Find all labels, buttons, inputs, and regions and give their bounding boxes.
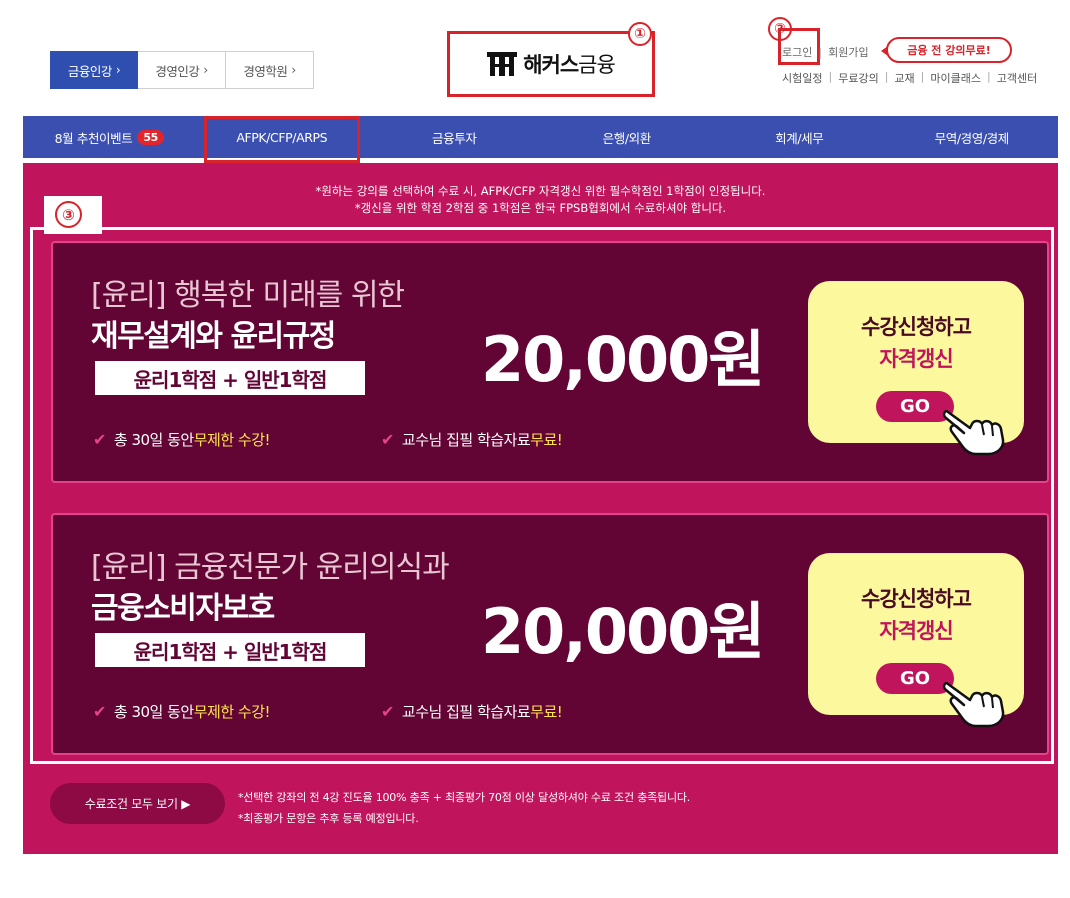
cta-line2: 자격갱신 [879,619,953,643]
cta-line1: 수강신청하고 [861,587,972,611]
feature-free-materials: ✔ 교수님 집필 학습자료 무료! [381,429,563,450]
util-links-bottom: 시험일정 | 무료강의 | 교재 | 마이클래스 | 고객센터 [782,70,1037,86]
enroll-cta[interactable]: 수강신청하고 자격갱신 GO [808,553,1024,728]
my-class-link[interactable]: 마이클래스 [930,70,981,86]
feature-free-materials: ✔ 교수님 집필 학습자료 무료! [381,701,563,722]
feature-highlight: 무제한 수강! [193,703,271,721]
course-title: 재무설계와 윤리규정 [91,319,336,354]
footnote: *선택한 강좌의 전 4강 진도율 100% 충족 + 최종평가 70점 이상 … [238,791,691,804]
annotation-3: ③ [55,201,82,228]
free-lecture-badge[interactable]: 금융 전 강의무료! [881,37,1012,63]
separator: | [884,70,889,83]
nav-label: 무역/경영/경제 [934,130,1010,146]
site-tabs: 금융인강 › 경영인강 › 경영학원 › [50,51,314,89]
nav-label: 회계/세무 [775,130,824,146]
check-icon: ✔ [93,430,106,449]
footnote: *최종평가 문항은 추후 등록 예정입니다. [238,812,419,825]
nav-item-event[interactable]: 8월 추천이벤트 55 [23,116,196,158]
notice-line: *갱신을 위한 학점 2학점 중 1학점은 한국 FPSB협회에서 수료하셔야 … [354,201,727,215]
chevron-right-icon: › [291,63,296,77]
cta-line2: 자격갱신 [879,347,953,371]
login-link[interactable]: 로그인 [782,44,812,60]
separator: | [920,70,925,83]
course-subtitle: [윤리] 행복한 미래를 위한 [91,278,405,313]
event-count-badge: 55 [137,129,164,145]
logo-text: 해커스금융 [523,49,616,79]
feature-text: 총 30일 동안 [113,703,194,721]
view-all-conditions-button[interactable]: 수료조건 모두 보기 ▶ [50,783,225,824]
nav-item-trade[interactable]: 무역/경영/경제 [886,116,1059,158]
main-nav: 8월 추천이벤트 55 AFPK/CFP/ARPS 금융투자 은행/외환 회계/… [23,116,1059,163]
tab-label: 경영인강 [155,63,200,79]
notice-line: *원하는 강의를 선택하여 수료 시, AFPK/CFP 자격갱신 위한 필수학… [315,184,766,198]
logo-brand: 해커스 [523,53,579,77]
separator: | [986,70,991,83]
exam-schedule-link[interactable]: 시험일정 [782,70,822,86]
customer-center-link[interactable]: 고객센터 [997,70,1037,86]
course-price: 20,000원 [481,323,765,396]
free-lecture-link[interactable]: 무료강의 [838,70,878,86]
nav-item-banking[interactable]: 은행/외환 [541,116,714,158]
feature-unlimited: ✔ 총 30일 동안 무제한 수강! [93,701,271,722]
feature-text: 총 30일 동안 [113,431,194,449]
tab-business-academy[interactable]: 경영학원 › [226,51,314,89]
course-card: [윤리] 금융전문가 윤리의식과 금융소비자보호 윤리1학점 + 일반1학점 2… [51,513,1049,755]
course-subtitle: [윤리] 금융전문가 윤리의식과 [91,550,450,585]
chevron-right-icon: › [203,63,208,77]
logo-suffix: 금융 [578,53,616,77]
chevron-right-icon: › [115,63,121,77]
textbook-link[interactable]: 교재 [894,70,914,86]
feature-unlimited: ✔ 총 30일 동안 무제한 수강! [93,429,271,450]
nav-item-accounting[interactable]: 회계/세무 [713,116,886,158]
logo-link[interactable]: 해커스금융 [447,31,655,97]
feature-highlight: 무료! [530,703,563,721]
course-title: 금융소비자보호 [91,591,275,626]
nav-label: AFPK/CFP/ARPS [236,129,328,145]
tab-label: 금융인강 [67,63,113,79]
enroll-cta[interactable]: 수강신청하고 자격갱신 GO [808,281,1024,456]
separator: | [828,70,833,83]
check-icon: ✔ [381,430,394,449]
feature-text: 교수님 집필 학습자료 [401,703,531,721]
check-icon: ✔ [93,702,106,721]
annotation-1: ① [628,22,652,46]
tab-label: 경영학원 [243,63,288,79]
feature-highlight: 무료! [530,431,563,449]
hackers-logo-icon [487,52,518,76]
course-price: 20,000원 [481,595,765,668]
separator: | [818,45,823,59]
tab-business-online[interactable]: 경영인강 › [138,51,226,89]
credit-label: 윤리1학점 + 일반1학점 [95,633,365,667]
credit-label: 윤리1학점 + 일반1학점 [95,361,365,395]
nav-label: 금융투자 [432,130,477,146]
course-card: [윤리] 행복한 미래를 위한 재무설계와 윤리규정 윤리1학점 + 일반1학점… [51,241,1049,483]
tab-finance-online[interactable]: 금융인강 › [50,51,138,89]
nav-label: 8월 추천이벤트 [54,130,133,146]
feature-text: 교수님 집필 학습자료 [401,431,531,449]
pointing-hand-icon [942,682,1005,728]
signup-link[interactable]: 회원가입 [828,44,868,60]
check-icon: ✔ [381,702,394,721]
util-links-top: 로그인 | 회원가입 [782,44,869,60]
feature-highlight: 무제한 수강! [193,431,271,449]
nav-label: 은행/외환 [602,130,652,146]
nav-item-investment[interactable]: 금융투자 [368,116,541,158]
promo-notice: *원하는 강의를 선택하여 수료 시, AFPK/CFP 자격갱신 위한 필수학… [23,183,1058,217]
nav-item-afpk[interactable]: AFPK/CFP/ARPS [196,116,369,163]
pointing-hand-icon [942,410,1005,456]
cta-line1: 수강신청하고 [861,315,972,339]
annotation-3-tag: ③ [44,196,102,234]
